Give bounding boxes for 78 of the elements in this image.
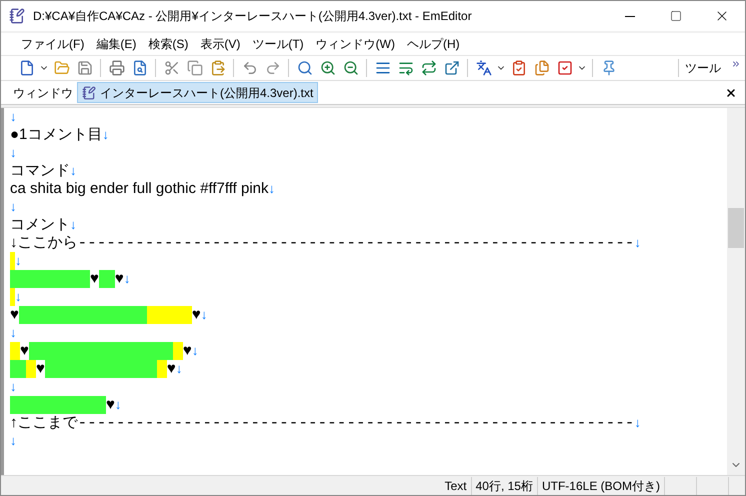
scissors-icon [164, 60, 180, 76]
line-end-mark: ↓ [10, 378, 16, 396]
printer-icon [108, 60, 124, 76]
window-title: D:¥CA¥自作CA¥CAz - 公開用¥インターレースハート(公開用4.3ver).txt - EmEditor [33, 8, 473, 25]
repeat-icon [420, 60, 436, 76]
lines-icon [374, 60, 390, 76]
menu-item[interactable]: ヘルプ(H) [400, 34, 466, 54]
menu-item[interactable]: ウィンドウ(W) [310, 34, 401, 54]
editor-text: ca shita big ender full gothic #ff7fff pink [10, 180, 269, 198]
line-end-mark: ↓ [10, 144, 16, 162]
line-end-mark: ↓ [634, 234, 641, 252]
search-icon [296, 60, 312, 76]
undo-icon [242, 60, 258, 76]
line-end-mark: ↓ [10, 108, 16, 126]
editor-text: ↓ここから [10, 234, 78, 252]
redo-icon [264, 60, 280, 76]
editor-text: ●1コメント目 [10, 126, 102, 144]
scroll-thumb[interactable] [728, 208, 744, 248]
editor-text: ♥ [192, 306, 201, 324]
folder-icon [54, 60, 70, 76]
menu-item[interactable]: 表示(V) [194, 34, 246, 54]
overflow-icon[interactable] [731, 59, 741, 69]
window-icon [444, 60, 460, 76]
documents-icon [534, 60, 550, 76]
menu-item[interactable]: 編集(E) [90, 34, 142, 54]
close-tab-icon[interactable] [725, 86, 737, 98]
copy-icon [186, 60, 202, 76]
status-text: UTF-16LE (BOM付き) [538, 476, 665, 494]
line-end-mark: ↓ [10, 198, 16, 216]
status-text: 40行, 15桁 [472, 476, 538, 494]
checklist-icon [510, 60, 526, 76]
preview-icon [132, 60, 148, 76]
menu-item[interactable]: 検索(S) [142, 34, 194, 54]
new-file-icon [18, 60, 34, 76]
line-end-mark: ↓ [634, 414, 641, 432]
maximize-icon [670, 10, 682, 22]
menu-item[interactable]: ツール(T) [246, 34, 310, 54]
search-next-icon [320, 60, 336, 76]
editor-text: ♥ [114, 270, 124, 288]
document-tab[interactable]: インターレースハート(公開用4.3ver).txt [77, 82, 318, 103]
dash-rule-text: ---------------------------------------------------------- [78, 234, 634, 252]
paste-icon [210, 60, 226, 76]
save-icon [76, 60, 92, 76]
editor-text: ♥ [106, 396, 115, 414]
line-end-mark: ↓ [200, 306, 208, 324]
editor-text: ♥ [166, 360, 176, 378]
editor-text: ♥ [20, 342, 29, 360]
pin-icon [600, 60, 616, 76]
editor-text: コマンド [10, 162, 70, 180]
menu-item[interactable]: ファイル(F) [15, 34, 90, 54]
line-end-mark: ↓ [10, 324, 16, 342]
line-end-mark: ↓ [268, 180, 276, 198]
line-end-mark: ↓ [10, 432, 16, 450]
line-end-mark: ↓ [102, 126, 109, 144]
search-previous-icon [342, 60, 358, 76]
line-end-mark: ↓ [192, 342, 198, 360]
line-end-mark: ↓ [124, 270, 130, 288]
editor-text: ♥ [36, 360, 45, 378]
line-end-mark: ↓ [176, 360, 182, 378]
check-icon [556, 60, 572, 76]
dash-rule-text: ---------------------------------------------------------- [78, 414, 634, 432]
line-end-mark: ↓ [15, 252, 22, 270]
line-end-mark: ↓ [70, 162, 76, 180]
editor-text: ♥ [90, 270, 99, 288]
line-end-mark: ↓ [114, 396, 122, 414]
wrap-icon [398, 60, 414, 76]
line-end-mark: ↓ [70, 216, 76, 234]
notepad-icon [9, 8, 25, 24]
tab-bar-label: ウィンドウ [13, 84, 73, 102]
line-end-mark: ↓ [15, 288, 22, 306]
editor-text: コメント [10, 216, 70, 234]
status-text: Text [440, 476, 472, 494]
editor-text: ♥ [10, 306, 19, 324]
toolbar-label: ツール [685, 60, 721, 77]
editor-text: ↑ここまで [10, 414, 78, 432]
editor-text: ♥ [182, 342, 192, 360]
notepad-icon [82, 86, 96, 100]
language-icon [476, 60, 492, 76]
